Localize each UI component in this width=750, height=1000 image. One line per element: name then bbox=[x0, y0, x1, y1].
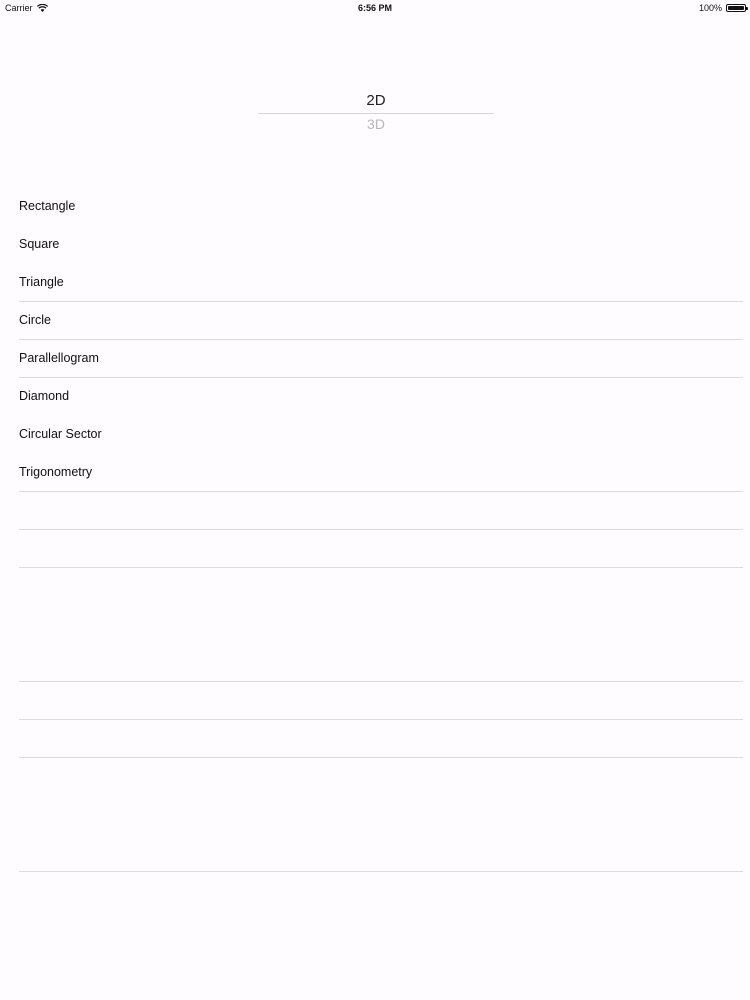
dimension-picker[interactable]: 2D 3D bbox=[258, 88, 494, 138]
shape-item-square[interactable]: Square bbox=[0, 225, 750, 263]
status-right: 100% bbox=[698, 3, 748, 13]
row-separator bbox=[19, 491, 743, 492]
row-separator bbox=[19, 567, 743, 568]
status-time: 6:56 PM bbox=[357, 3, 392, 13]
battery-icon bbox=[726, 4, 748, 12]
shape-item-trigonometry[interactable]: Trigonometry bbox=[0, 453, 750, 491]
shape-item-diamond[interactable]: Diamond bbox=[0, 377, 750, 415]
row-separator bbox=[19, 719, 743, 720]
row-separator bbox=[19, 757, 743, 758]
row-separator bbox=[19, 529, 743, 530]
shape-item-rectangle[interactable]: Rectangle bbox=[0, 187, 750, 225]
row-separator bbox=[19, 377, 743, 378]
shape-item-triangle[interactable]: Triangle bbox=[0, 263, 750, 301]
picker-selection-line bbox=[258, 113, 494, 114]
row-separator bbox=[19, 681, 743, 682]
picker-option-3d[interactable]: 3D bbox=[258, 116, 494, 132]
row-separator bbox=[19, 339, 743, 340]
row-separator bbox=[19, 301, 743, 302]
battery-percent: 100% bbox=[698, 3, 722, 13]
picker-option-2d[interactable]: 2D bbox=[258, 92, 494, 109]
shape-item-circular-sector[interactable]: Circular Sector bbox=[0, 415, 750, 453]
shape-item-parallellogram[interactable]: Parallellogram bbox=[0, 339, 750, 377]
status-bar: Carrier 6:56 PM 100% bbox=[0, 0, 750, 16]
shape-item-circle[interactable]: Circle bbox=[0, 301, 750, 339]
row-separator bbox=[19, 871, 743, 872]
